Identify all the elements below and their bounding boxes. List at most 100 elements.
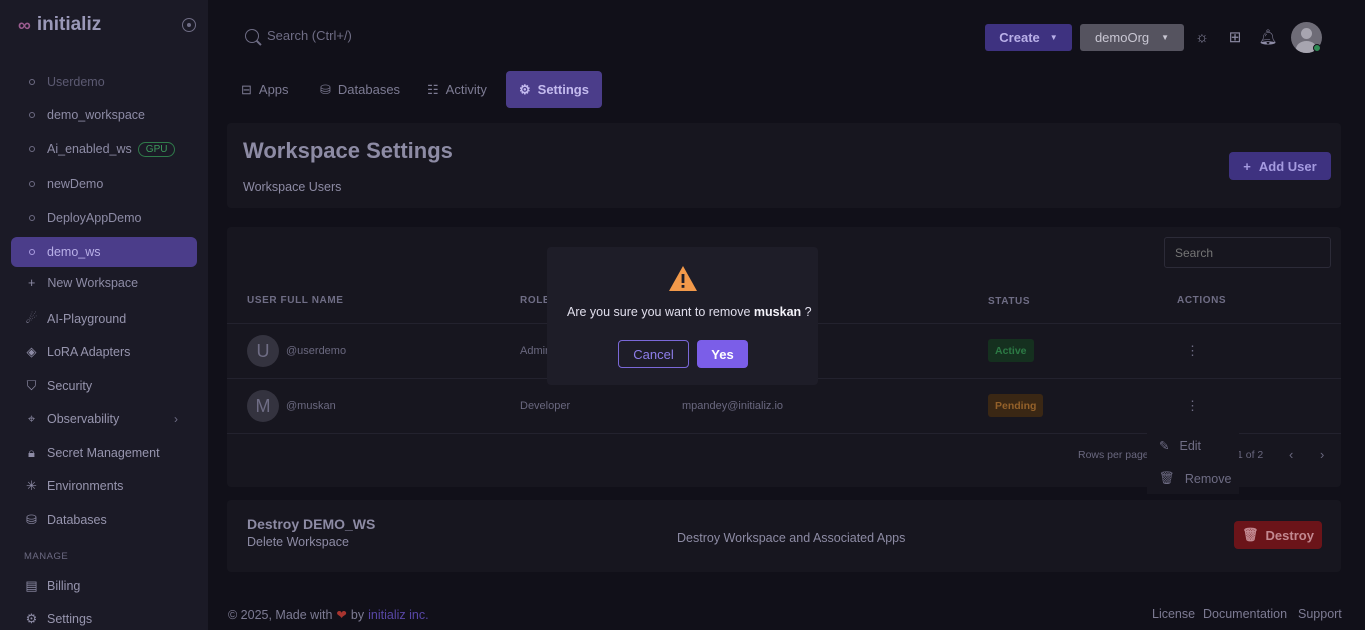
tab-apps[interactable]: ⊟ Apps [228, 71, 302, 108]
new-workspace-button[interactable]: + New Workspace [28, 276, 138, 290]
database-icon: ⛁ [26, 511, 37, 527]
new-workspace-label: New Workspace [47, 276, 139, 290]
dialog-message: Are you sure you want to remove muskan ? [567, 305, 812, 319]
infinity-logo-icon: ∞ [18, 14, 31, 35]
menu-item-edit[interactable]: ✎ Edit [1159, 438, 1202, 454]
circle-icon [29, 249, 35, 255]
page-title: Workspace Settings [243, 138, 453, 163]
dialog-target-user: muskan [753, 305, 802, 319]
row-actions-kebab-icon[interactable]: ⋮ [1186, 344, 1199, 357]
gpu-badge: GPU [137, 141, 176, 157]
pagination-range: 1 of 2 [1237, 449, 1264, 461]
sidebar-item-lora-adapters[interactable]: ◈ LoRA Adapters [24, 343, 131, 359]
apps-grid-icon[interactable]: ⊞ [1226, 28, 1244, 46]
bell-icon[interactable]: 🔔︎ [1258, 28, 1277, 46]
tab-activity[interactable]: ☷ Activity [414, 71, 500, 108]
add-user-button[interactable]: + Add User [1229, 152, 1331, 180]
theme-toggle-sun-icon[interactable]: ☼ [1193, 28, 1211, 46]
user-email: mpandey@initializ.io [682, 400, 784, 412]
telescope-icon: ⌖ [27, 410, 36, 426]
column-header-role: ROLE [520, 295, 551, 306]
sidebar-item-label: Observability [47, 411, 120, 426]
heart-icon: ❤ [336, 608, 347, 622]
next-page-icon[interactable]: › [1320, 447, 1324, 462]
add-user-label: Add User [1258, 158, 1317, 174]
sidebar-collapse-toggle[interactable] [182, 18, 196, 32]
circle-icon [29, 181, 35, 187]
workspace-item-ai-enabled-ws[interactable]: Ai_enabled_ws GPU [11, 134, 197, 164]
row-actions-kebab-icon[interactable]: ⋮ [1186, 399, 1199, 412]
trash-icon: 🗑︎ [1159, 471, 1175, 485]
confirm-yes-button[interactable]: Yes [697, 340, 748, 368]
sidebar-item-settings[interactable]: ⚙ Settings [24, 611, 93, 626]
footer-link-documentation[interactable]: Documentation [1203, 607, 1287, 621]
page-subtitle: Workspace Users [243, 180, 342, 194]
tab-label: Apps [258, 82, 289, 97]
destroy-title: Destroy DEMO_WS [247, 516, 376, 532]
menu-item-label: Edit [1179, 438, 1202, 453]
avatar: U [247, 335, 279, 367]
footer-link-support[interactable]: Support [1298, 607, 1342, 621]
workspace-item-demo-ws[interactable]: demo_ws [11, 237, 197, 267]
layers-icon: ◈ [26, 343, 37, 359]
pencil-icon: ✎ [1159, 439, 1170, 453]
sidebar-item-ai-playground[interactable]: ☄ AI-Playground [24, 310, 127, 326]
sidebar-item-billing[interactable]: ▤ Billing [24, 578, 80, 593]
footer-link-license[interactable]: License [1152, 607, 1195, 621]
tab-label: Settings [537, 82, 589, 97]
footer-credit: © 2025, Made with ❤ by initializ inc. [228, 607, 429, 623]
avatar: M [247, 390, 279, 422]
manage-section-label: MANAGE [24, 551, 69, 562]
row-actions-menu: ✎ Edit 🗑︎ Remove [1147, 428, 1239, 494]
circle-icon [29, 146, 35, 152]
dialog-message-suffix: ? [804, 305, 812, 319]
sidebar-item-secret-management[interactable]: 🔒︎ Secret Management [24, 445, 160, 460]
tab-label: Activity [445, 82, 487, 97]
table-search-input[interactable] [1164, 237, 1331, 268]
footer-brand-link[interactable]: initializ inc. [368, 608, 428, 622]
sidebar-item-label: Billing [47, 578, 81, 593]
app-logo[interactable]: ∞ initializ [18, 14, 101, 36]
global-search[interactable]: Search (Ctrl+/) [245, 28, 352, 43]
circle-icon [29, 79, 35, 85]
tab-settings[interactable]: ⚙ Settings [506, 71, 602, 108]
lock-icon: 🔒︎ [28, 444, 35, 460]
workspace-item-userdemo[interactable]: Userdemo [11, 67, 197, 97]
sidebar-item-observability[interactable]: ⌖ Observability [24, 411, 119, 426]
gear-icon: ⚙ [519, 81, 531, 97]
global-search-placeholder: Search (Ctrl+/) [267, 28, 352, 43]
circle-icon [29, 112, 35, 118]
workspace-label: Ai_enabled_ws [47, 142, 132, 156]
menu-item-remove[interactable]: 🗑︎ Remove [1159, 471, 1231, 486]
destroy-button[interactable]: 🗑︎ Destroy [1234, 521, 1322, 549]
create-button[interactable]: Create ▼ [985, 24, 1072, 51]
sidebar-item-label: Secret Management [47, 445, 160, 460]
create-label: Create [999, 30, 1040, 45]
workspace-item-newdemo[interactable]: newDemo [11, 169, 197, 199]
chevron-right-icon[interactable]: › [174, 412, 178, 426]
playground-icon: ☄ [25, 310, 38, 326]
status-badge: Pending [988, 394, 1044, 417]
user-name: @userdemo [286, 345, 347, 357]
tab-databases[interactable]: ⛁ Databases [307, 71, 413, 108]
table-row [227, 378, 1341, 433]
activity-list-icon: ☷ [427, 81, 439, 97]
workspace-label: Userdemo [47, 75, 105, 89]
sidebar-item-security[interactable]: ⛉ Security [24, 377, 93, 393]
workspace-item-deployappdemo[interactable]: DeployAppDemo [11, 203, 197, 233]
workspace-label: DeployAppDemo [47, 211, 142, 225]
org-selector[interactable]: demoOrg ▼ [1080, 24, 1184, 51]
workspace-item-demo-workspace[interactable]: demo_workspace [11, 100, 197, 130]
sidebar-item-databases[interactable]: ⛁ Databases [24, 512, 107, 527]
sidebar-item-environments[interactable]: ✳ Environments [24, 478, 123, 493]
cancel-button[interactable]: Cancel [618, 340, 689, 368]
shield-icon: ⛉ [26, 377, 37, 393]
settings-header-card [227, 123, 1341, 208]
sidebar-item-label: Databases [47, 512, 107, 527]
prev-page-icon[interactable]: ‹ [1289, 447, 1293, 462]
sidebar-item-label: Settings [47, 611, 93, 626]
column-header-status: STATUS [988, 296, 1031, 307]
workspace-label: demo_workspace [47, 108, 145, 122]
caret-down-icon: ▼ [1049, 33, 1058, 42]
database-icon: ⛁ [320, 81, 331, 97]
